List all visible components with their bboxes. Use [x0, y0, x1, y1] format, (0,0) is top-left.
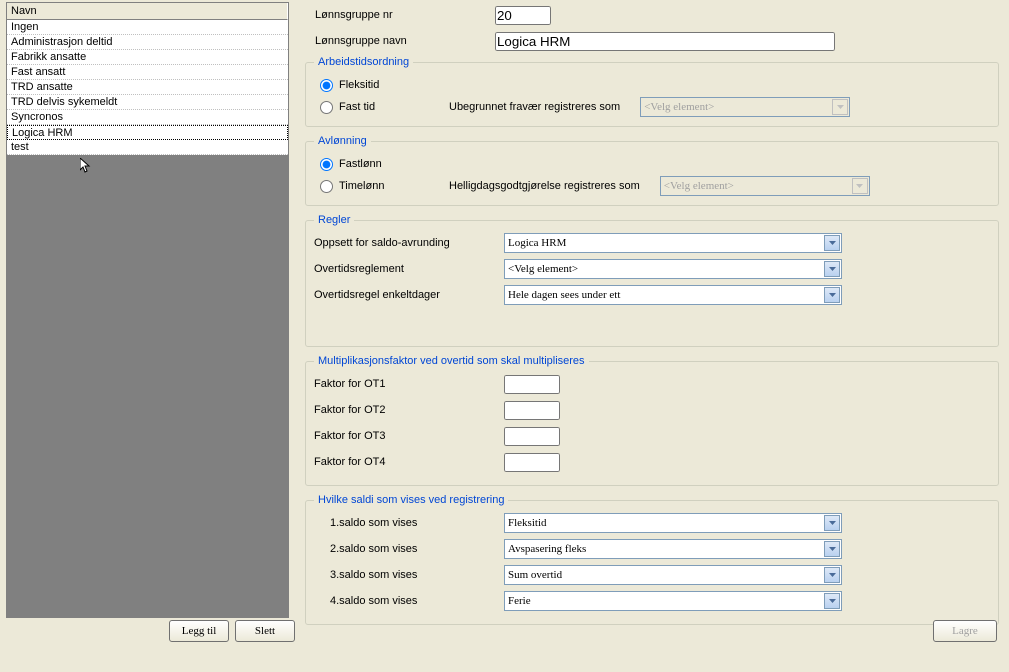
f2-label: Faktor for OT2 — [314, 404, 504, 416]
timelonn-label: Timelønn — [339, 180, 399, 192]
mult-legend: Multiplikasjonsfaktor ved overtid som sk… — [314, 355, 589, 367]
saldi-group: Hvilke saldi som vises ved registrering … — [305, 494, 999, 625]
enkeltdager-combo[interactable]: Hele dagen sees under ett — [504, 285, 842, 305]
chevron-down-icon[interactable] — [824, 235, 840, 251]
grid-row[interactable]: Administrasjon deltid — [7, 35, 288, 50]
regler-legend: Regler — [314, 214, 354, 226]
grid-row[interactable]: Ingen — [7, 20, 288, 35]
fleksitid-label: Fleksitid — [339, 79, 379, 91]
arbeidstidsordning-legend: Arbeidstidsordning — [314, 56, 413, 68]
chevron-down-icon[interactable] — [824, 287, 840, 303]
name-grid[interactable]: Navn IngenAdministrasjon deltidFabrikk a… — [6, 2, 289, 618]
f2-field[interactable] — [504, 401, 560, 420]
avlonning-legend: Avlønning — [314, 135, 371, 147]
s2-combo[interactable]: Avspasering fleks — [504, 539, 842, 559]
overtid-combo[interactable]: <Velg element> — [504, 259, 842, 279]
f4-field[interactable] — [504, 453, 560, 472]
fastlonn-label: Fastlønn — [339, 158, 382, 170]
oppsett-combo[interactable]: Logica HRM — [504, 233, 842, 253]
chevron-down-icon[interactable] — [824, 567, 840, 583]
chevron-down-icon — [832, 99, 848, 115]
fast-tid-radio[interactable] — [320, 101, 333, 114]
f4-label: Faktor for OT4 — [314, 456, 504, 468]
f3-field[interactable] — [504, 427, 560, 446]
lonnsgruppe-navn-field[interactable] — [495, 32, 835, 51]
slett-button[interactable]: Slett — [235, 620, 295, 642]
f1-label: Faktor for OT1 — [314, 378, 504, 390]
grid-row[interactable]: TRD ansatte — [7, 80, 288, 95]
chevron-down-icon[interactable] — [824, 541, 840, 557]
oppsett-label: Oppsett for saldo-avrunding — [314, 237, 504, 249]
right-pane: Lønnsgruppe nr Lønnsgruppe navn Arbeidst… — [293, 0, 1009, 620]
lonnsgruppe-nr-label: Lønnsgruppe nr — [305, 9, 495, 21]
chevron-down-icon — [852, 178, 868, 194]
grid-header: Navn — [7, 3, 288, 20]
grid-row[interactable]: TRD delvis sykemeldt — [7, 95, 288, 110]
fast-tid-label: Fast tid — [339, 101, 399, 113]
fastlonn-radio[interactable] — [320, 158, 333, 171]
lonnsgruppe-navn-label: Lønnsgruppe navn — [305, 35, 495, 47]
s1-combo[interactable]: Fleksitid — [504, 513, 842, 533]
f3-label: Faktor for OT3 — [314, 430, 504, 442]
grid-row[interactable]: Logica HRM — [7, 125, 288, 140]
s4-combo[interactable]: Ferie — [504, 591, 842, 611]
chevron-down-icon[interactable] — [824, 515, 840, 531]
helligdag-combo: <Velg element> — [660, 176, 870, 196]
ubegrunnet-label: Ubegrunnet fravær registreres som — [449, 101, 620, 113]
lagre-button[interactable]: Lagre — [933, 620, 997, 642]
ubegrunnet-combo: <Velg element> — [640, 97, 850, 117]
enkeltdager-label: Overtidsregel enkeltdager — [314, 289, 504, 301]
s3-label: 3.saldo som vises — [314, 569, 504, 581]
regler-group: Regler Oppsett for saldo-avrunding Logic… — [305, 214, 999, 347]
overtid-label: Overtidsreglement — [314, 263, 504, 275]
grid-body: IngenAdministrasjon deltidFabrikk ansatt… — [7, 20, 288, 155]
timelonn-radio[interactable] — [320, 180, 333, 193]
s2-label: 2.saldo som vises — [314, 543, 504, 555]
grid-row[interactable]: Syncronos — [7, 110, 288, 125]
arbeidstidsordning-group: Arbeidstidsordning Fleksitid Fast tid Ub… — [305, 56, 999, 127]
chevron-down-icon[interactable] — [824, 593, 840, 609]
avlonning-group: Avlønning Fastlønn Timelønn Helligdagsgo… — [305, 135, 999, 206]
left-pane: Navn IngenAdministrasjon deltidFabrikk a… — [0, 0, 293, 620]
mult-group: Multiplikasjonsfaktor ved overtid som sk… — [305, 355, 999, 486]
helligdag-label: Helligdagsgodtgjørelse registreres som — [449, 180, 640, 192]
s1-label: 1.saldo som vises — [314, 517, 504, 529]
fleksitid-radio[interactable] — [320, 79, 333, 92]
grid-row[interactable]: test — [7, 140, 288, 155]
grid-row[interactable]: Fabrikk ansatte — [7, 50, 288, 65]
s3-combo[interactable]: Sum overtid — [504, 565, 842, 585]
lonnsgruppe-nr-field — [495, 6, 551, 25]
chevron-down-icon[interactable] — [824, 261, 840, 277]
saldi-legend: Hvilke saldi som vises ved registrering — [314, 494, 508, 506]
legg-til-button[interactable]: Legg til — [169, 620, 229, 642]
s4-label: 4.saldo som vises — [314, 595, 504, 607]
grid-row[interactable]: Fast ansatt — [7, 65, 288, 80]
f1-field[interactable] — [504, 375, 560, 394]
